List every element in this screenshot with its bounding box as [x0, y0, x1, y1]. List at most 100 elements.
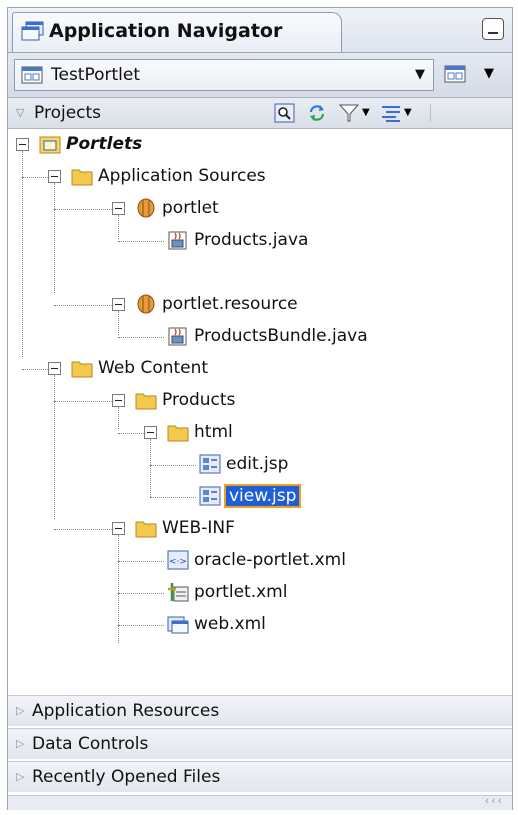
chevron-down-icon: ▼ — [362, 107, 370, 118]
tree-connector — [54, 401, 112, 402]
projects-label: Projects — [34, 103, 102, 123]
tree-item-label: Web Content — [98, 358, 209, 378]
web-xml-file-icon — [167, 616, 189, 634]
minimize-button[interactable] — [482, 18, 504, 40]
application-navigator-panel: Application Navigator TestPortlet ▼ ▼ ▽ … — [7, 7, 513, 810]
tree-item-web-xml[interactable]: web.xml — [8, 609, 512, 641]
tree-item-html-folder[interactable]: html — [8, 417, 512, 449]
status-strip: ‹‹‹ — [8, 794, 512, 810]
toolbar-divider — [430, 104, 431, 122]
jsp-file-icon — [199, 486, 221, 506]
application-icon — [21, 66, 43, 84]
application-select-value: TestPortlet — [51, 65, 141, 85]
collapse-toggle[interactable] — [112, 298, 125, 311]
jsp-file-icon — [199, 454, 221, 474]
collapse-triangle-icon: ▽ — [16, 106, 25, 119]
tab-title: Application Navigator — [49, 20, 283, 42]
tree-item-label: ProductsBundle.java — [194, 326, 368, 346]
application-menu-icon — [444, 65, 466, 83]
collapse-toggle[interactable] — [16, 138, 29, 151]
collapse-toggle[interactable] — [112, 522, 125, 535]
tree-item-label: Portlets — [66, 134, 143, 154]
tree-item-label: portlet.xml — [194, 582, 288, 602]
project-icon — [39, 136, 61, 154]
refresh-icon[interactable] — [306, 102, 328, 124]
tree-item-label: html — [194, 422, 233, 442]
panel-label: Recently Opened Files — [32, 767, 221, 787]
panel-label: Application Resources — [32, 701, 220, 721]
application-menu-button[interactable]: ▼ — [440, 59, 506, 91]
tree-connector — [118, 593, 164, 594]
collapse-toggle[interactable] — [48, 362, 61, 375]
collapse-panels-icon[interactable]: ‹‹‹ — [485, 794, 504, 807]
application-navigator-icon — [21, 21, 44, 41]
tree-connector — [118, 241, 164, 242]
tree-connector — [150, 465, 196, 466]
application-select[interactable]: TestPortlet ▼ — [14, 59, 434, 91]
tree-item-label: edit.jsp — [226, 454, 289, 474]
package-icon — [137, 294, 155, 314]
tab-bar: Application Navigator — [8, 8, 512, 53]
tree-item-edit-jsp[interactable]: edit.jsp — [8, 449, 512, 481]
tree-item-web-inf[interactable]: WEB-INF — [8, 513, 512, 545]
tree-item-label: portlet — [162, 198, 219, 218]
chevron-down-icon: ▼ — [404, 107, 412, 118]
tree-item-web-content[interactable]: Web Content — [8, 353, 512, 385]
tree-item-view-jsp[interactable]: view.jsp — [8, 481, 512, 513]
tree-item-portlets[interactable]: Portlets — [8, 129, 512, 161]
tree-connector — [118, 337, 164, 338]
panel-data-controls[interactable]: ▷ Data Controls — [8, 728, 512, 759]
panel-label: Data Controls — [32, 734, 149, 754]
tree-connector — [54, 529, 112, 530]
tree-connector — [118, 625, 164, 626]
tree-item-label-selected: view.jsp — [223, 484, 302, 508]
folder-icon — [135, 521, 157, 538]
collapse-toggle[interactable] — [48, 170, 61, 183]
portlet-descriptor-icon — [168, 583, 189, 602]
folder-icon — [167, 425, 189, 442]
tree-item-label: Products — [162, 390, 236, 410]
filter-icon[interactable] — [338, 102, 360, 124]
xml-file-icon: <·> — [167, 550, 189, 570]
tree-connector — [118, 433, 144, 434]
tree-item-portlet-xml[interactable]: portlet.xml — [8, 577, 512, 609]
tree-item-products-bundle-java[interactable]: ProductsBundle.java — [8, 321, 512, 353]
svg-text:<·>: <·> — [169, 557, 187, 567]
tree-item-products-java[interactable]: Products.java — [8, 225, 512, 257]
tree-item-label: Application Sources — [98, 166, 266, 186]
collapse-toggle[interactable] — [112, 394, 125, 407]
application-selector-row: TestPortlet ▼ ▼ — [8, 53, 512, 98]
tree-item-package-portlet[interactable]: portlet — [8, 193, 512, 225]
tree-item-label: oracle-portlet.xml — [194, 550, 346, 570]
sort-icon[interactable] — [380, 102, 402, 124]
find-icon[interactable] — [274, 102, 296, 124]
tree-item-label: portlet.resource — [162, 294, 298, 314]
package-icon — [137, 198, 155, 218]
tree-item-oracle-portlet-xml[interactable]: <·> oracle-portlet.xml — [8, 545, 512, 577]
folder-icon — [71, 169, 93, 186]
tree-item-label: WEB-INF — [162, 518, 235, 538]
java-file-icon — [168, 231, 187, 250]
chevron-down-icon: ▼ — [415, 67, 425, 82]
tree-item-products-folder[interactable]: Products — [8, 385, 512, 417]
panel-recently-opened-files[interactable]: ▷ Recently Opened Files — [8, 761, 512, 792]
collapse-toggle[interactable] — [144, 426, 157, 439]
projects-header[interactable]: ▽ Projects ▼ ▼ — [8, 98, 512, 129]
java-file-icon — [168, 327, 187, 346]
tree-connector — [54, 305, 112, 306]
tree-connector — [22, 177, 48, 178]
folder-icon — [135, 393, 157, 410]
tree-item-label: web.xml — [194, 614, 266, 634]
collapse-toggle[interactable] — [112, 202, 125, 215]
chevron-down-icon: ▼ — [484, 66, 494, 81]
tree-item-application-sources[interactable]: Application Sources — [8, 161, 512, 193]
folder-icon — [71, 361, 93, 378]
panel-application-resources[interactable]: ▷ Application Resources — [8, 695, 512, 726]
tree-connector — [150, 497, 196, 498]
tab-application-navigator[interactable]: Application Navigator — [12, 12, 342, 52]
expand-triangle-icon: ▷ — [16, 704, 25, 717]
project-tree: Portlets Application Sources portlet Pro… — [8, 129, 512, 695]
tree-item-package-portlet-resource[interactable]: portlet.resource — [8, 289, 512, 321]
tree-connector — [54, 209, 112, 210]
tree-connector — [22, 369, 48, 370]
